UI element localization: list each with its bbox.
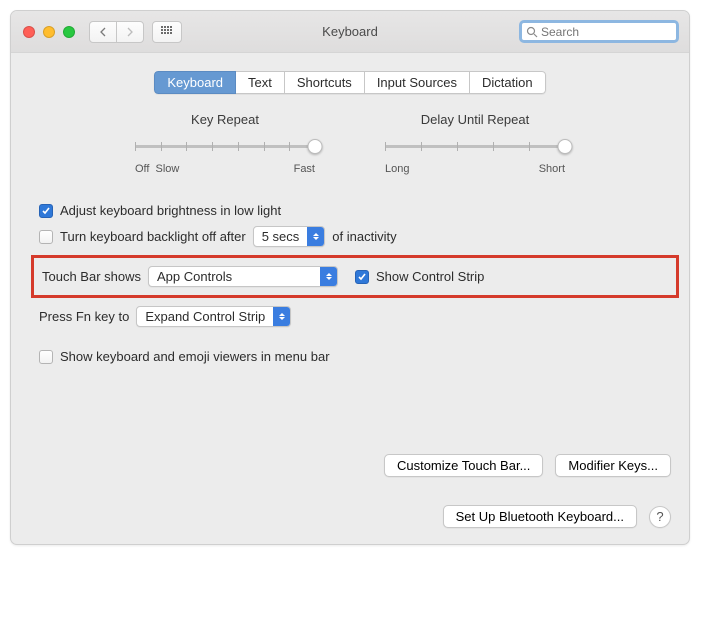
backlight-off-checkbox[interactable] xyxy=(39,230,53,244)
show-all-button[interactable] xyxy=(152,21,182,43)
chevron-left-icon xyxy=(99,27,107,37)
show-control-strip-label: Show Control Strip xyxy=(376,269,484,284)
grid-icon xyxy=(161,26,173,38)
delay-repeat-label: Delay Until Repeat xyxy=(385,112,565,127)
slider-thumb[interactable] xyxy=(558,139,573,154)
show-viewers-checkbox[interactable] xyxy=(39,350,53,364)
adjust-brightness-row: Adjust keyboard brightness in low light xyxy=(39,203,671,218)
search-icon xyxy=(526,26,538,38)
content-area: KeyboardTextShortcutsInput SourcesDictat… xyxy=(11,53,689,491)
backlight-timeout-value: 5 secs xyxy=(254,229,308,244)
tab-bar: KeyboardTextShortcutsInput SourcesDictat… xyxy=(29,71,671,94)
key-repeat-label: Key Repeat xyxy=(135,112,315,127)
search-field[interactable] xyxy=(519,20,679,43)
highlight-box: Touch Bar shows App Controls Show Contro… xyxy=(31,255,679,298)
fn-key-label-pre: Press Fn key to xyxy=(39,309,129,324)
backlight-off-label-post: of inactivity xyxy=(332,229,396,244)
touchbar-select[interactable]: App Controls xyxy=(148,266,338,287)
show-viewers-label: Show keyboard and emoji viewers in menu … xyxy=(60,349,330,364)
slider-thumb[interactable] xyxy=(308,139,323,154)
check-icon xyxy=(357,272,367,282)
key-repeat-block: Key Repeat Off Slow Fast xyxy=(135,112,315,175)
delay-long-label: Long xyxy=(385,163,409,175)
titlebar: Keyboard xyxy=(11,11,689,53)
minimize-icon[interactable] xyxy=(43,26,55,38)
bluetooth-keyboard-button[interactable]: Set Up Bluetooth Keyboard... xyxy=(443,505,637,528)
close-icon[interactable] xyxy=(23,26,35,38)
tab-text[interactable]: Text xyxy=(236,71,285,94)
footer-row: Set Up Bluetooth Keyboard... ? xyxy=(11,491,689,544)
key-repeat-fast-label: Fast xyxy=(294,163,315,175)
zoom-icon[interactable] xyxy=(63,26,75,38)
preferences-window: Keyboard KeyboardTextShortcutsInput Sour… xyxy=(10,10,690,545)
check-icon xyxy=(41,206,51,216)
fn-key-select[interactable]: Expand Control Strip xyxy=(136,306,291,327)
backlight-off-row: Turn keyboard backlight off after 5 secs… xyxy=(39,226,671,247)
options-list: Adjust keyboard brightness in low light … xyxy=(29,203,671,364)
select-stepper-icon xyxy=(273,307,290,326)
sliders-row: Key Repeat Off Slow Fast Delay Until Rep… xyxy=(29,112,671,175)
adjust-brightness-checkbox[interactable] xyxy=(39,204,53,218)
nav-buttons xyxy=(89,21,144,43)
delay-repeat-block: Delay Until Repeat Long Short xyxy=(385,112,565,175)
delay-short-label: Short xyxy=(539,163,565,175)
adjust-brightness-label: Adjust keyboard brightness in low light xyxy=(60,203,281,218)
fn-key-row: Press Fn key to Expand Control Strip xyxy=(39,306,671,327)
select-stepper-icon xyxy=(320,267,337,286)
tab-shortcuts[interactable]: Shortcuts xyxy=(285,71,365,94)
show-control-strip-checkbox[interactable] xyxy=(355,270,369,284)
buttons-row: Customize Touch Bar... Modifier Keys... xyxy=(29,454,671,477)
search-input[interactable] xyxy=(538,24,672,40)
key-repeat-off-label: Off xyxy=(135,163,149,175)
touchbar-row: Touch Bar shows App Controls Show Contro… xyxy=(42,266,668,287)
show-viewers-row: Show keyboard and emoji viewers in menu … xyxy=(39,349,671,364)
tab-input-sources[interactable]: Input Sources xyxy=(365,71,470,94)
modifier-keys-button[interactable]: Modifier Keys... xyxy=(555,454,671,477)
select-stepper-icon xyxy=(307,227,324,246)
help-button[interactable]: ? xyxy=(649,506,671,528)
forward-button[interactable] xyxy=(116,21,144,43)
customize-touchbar-button[interactable]: Customize Touch Bar... xyxy=(384,454,543,477)
delay-repeat-slider[interactable] xyxy=(385,137,565,157)
fn-key-value: Expand Control Strip xyxy=(137,309,273,324)
window-controls xyxy=(23,26,75,38)
backlight-off-label-pre: Turn keyboard backlight off after xyxy=(60,229,246,244)
back-button[interactable] xyxy=(89,21,117,43)
backlight-timeout-select[interactable]: 5 secs xyxy=(253,226,326,247)
tab-keyboard[interactable]: Keyboard xyxy=(154,71,236,94)
tab-dictation[interactable]: Dictation xyxy=(470,71,546,94)
key-repeat-slider[interactable] xyxy=(135,137,315,157)
touchbar-label-pre: Touch Bar shows xyxy=(42,269,141,284)
key-repeat-slow-label: Slow xyxy=(155,163,179,175)
touchbar-value: App Controls xyxy=(149,269,320,284)
chevron-right-icon xyxy=(126,27,134,37)
